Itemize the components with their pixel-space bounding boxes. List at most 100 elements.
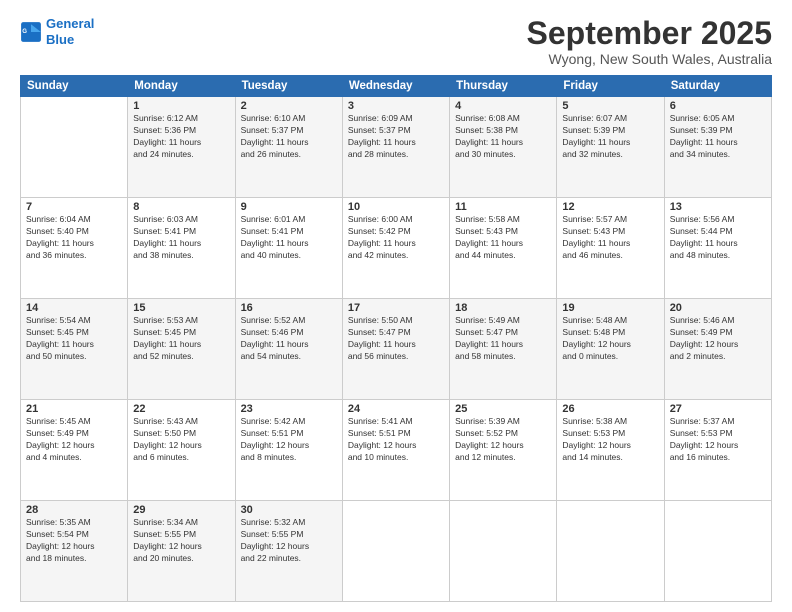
list-item: 30Sunrise: 5:32 AM Sunset: 5:55 PM Dayli… [235, 501, 342, 602]
day-number: 21 [26, 403, 122, 415]
day-number: 3 [348, 100, 444, 112]
header: G General Blue September 2025 Wyong, New… [20, 16, 772, 67]
list-item: 16Sunrise: 5:52 AM Sunset: 5:46 PM Dayli… [235, 299, 342, 400]
day-number: 28 [26, 504, 122, 516]
list-item [557, 501, 664, 602]
day-info: Sunrise: 5:58 AM Sunset: 5:43 PM Dayligh… [455, 214, 551, 262]
day-info: Sunrise: 5:34 AM Sunset: 5:55 PM Dayligh… [133, 517, 229, 565]
list-item [664, 501, 771, 602]
logo-line2: Blue [46, 32, 74, 47]
day-number: 20 [670, 302, 766, 314]
list-item: 17Sunrise: 5:50 AM Sunset: 5:47 PM Dayli… [342, 299, 449, 400]
day-info: Sunrise: 5:39 AM Sunset: 5:52 PM Dayligh… [455, 416, 551, 464]
list-item: 4Sunrise: 6:08 AM Sunset: 5:38 PM Daylig… [450, 97, 557, 198]
day-info: Sunrise: 5:53 AM Sunset: 5:45 PM Dayligh… [133, 315, 229, 363]
day-info: Sunrise: 6:05 AM Sunset: 5:39 PM Dayligh… [670, 113, 766, 161]
page: G General Blue September 2025 Wyong, New… [0, 0, 792, 612]
logo-icon: G [20, 21, 42, 43]
day-info: Sunrise: 5:42 AM Sunset: 5:51 PM Dayligh… [241, 416, 337, 464]
list-item: 7Sunrise: 6:04 AM Sunset: 5:40 PM Daylig… [21, 198, 128, 299]
list-item: 20Sunrise: 5:46 AM Sunset: 5:49 PM Dayli… [664, 299, 771, 400]
th-thursday: Thursday [450, 76, 557, 97]
day-info: Sunrise: 5:56 AM Sunset: 5:44 PM Dayligh… [670, 214, 766, 262]
list-item: 13Sunrise: 5:56 AM Sunset: 5:44 PM Dayli… [664, 198, 771, 299]
day-info: Sunrise: 6:08 AM Sunset: 5:38 PM Dayligh… [455, 113, 551, 161]
day-number: 27 [670, 403, 766, 415]
list-item: 24Sunrise: 5:41 AM Sunset: 5:51 PM Dayli… [342, 400, 449, 501]
list-item: 15Sunrise: 5:53 AM Sunset: 5:45 PM Dayli… [128, 299, 235, 400]
th-wednesday: Wednesday [342, 76, 449, 97]
title-block: September 2025 Wyong, New South Wales, A… [527, 16, 772, 67]
list-item: 6Sunrise: 6:05 AM Sunset: 5:39 PM Daylig… [664, 97, 771, 198]
day-number: 13 [670, 201, 766, 213]
day-number: 15 [133, 302, 229, 314]
day-info: Sunrise: 6:00 AM Sunset: 5:42 PM Dayligh… [348, 214, 444, 262]
th-sunday: Sunday [21, 76, 128, 97]
day-number: 2 [241, 100, 337, 112]
day-info: Sunrise: 5:52 AM Sunset: 5:46 PM Dayligh… [241, 315, 337, 363]
list-item [342, 501, 449, 602]
day-number: 22 [133, 403, 229, 415]
day-info: Sunrise: 5:50 AM Sunset: 5:47 PM Dayligh… [348, 315, 444, 363]
list-item [21, 97, 128, 198]
day-info: Sunrise: 6:03 AM Sunset: 5:41 PM Dayligh… [133, 214, 229, 262]
day-number: 9 [241, 201, 337, 213]
day-info: Sunrise: 5:32 AM Sunset: 5:55 PM Dayligh… [241, 517, 337, 565]
logo-line1: General [46, 16, 94, 31]
day-number: 11 [455, 201, 551, 213]
logo-text: General Blue [46, 16, 94, 47]
day-number: 1 [133, 100, 229, 112]
table-row: 7Sunrise: 6:04 AM Sunset: 5:40 PM Daylig… [21, 198, 772, 299]
day-number: 30 [241, 504, 337, 516]
day-info: Sunrise: 6:12 AM Sunset: 5:36 PM Dayligh… [133, 113, 229, 161]
th-monday: Monday [128, 76, 235, 97]
day-info: Sunrise: 5:45 AM Sunset: 5:49 PM Dayligh… [26, 416, 122, 464]
list-item: 14Sunrise: 5:54 AM Sunset: 5:45 PM Dayli… [21, 299, 128, 400]
day-number: 29 [133, 504, 229, 516]
list-item: 26Sunrise: 5:38 AM Sunset: 5:53 PM Dayli… [557, 400, 664, 501]
list-item: 9Sunrise: 6:01 AM Sunset: 5:41 PM Daylig… [235, 198, 342, 299]
day-info: Sunrise: 5:46 AM Sunset: 5:49 PM Dayligh… [670, 315, 766, 363]
day-info: Sunrise: 5:43 AM Sunset: 5:50 PM Dayligh… [133, 416, 229, 464]
day-number: 16 [241, 302, 337, 314]
day-number: 14 [26, 302, 122, 314]
list-item: 11Sunrise: 5:58 AM Sunset: 5:43 PM Dayli… [450, 198, 557, 299]
list-item: 27Sunrise: 5:37 AM Sunset: 5:53 PM Dayli… [664, 400, 771, 501]
day-number: 5 [562, 100, 658, 112]
day-number: 6 [670, 100, 766, 112]
day-info: Sunrise: 5:35 AM Sunset: 5:54 PM Dayligh… [26, 517, 122, 565]
day-number: 4 [455, 100, 551, 112]
list-item: 3Sunrise: 6:09 AM Sunset: 5:37 PM Daylig… [342, 97, 449, 198]
day-info: Sunrise: 5:54 AM Sunset: 5:45 PM Dayligh… [26, 315, 122, 363]
th-saturday: Saturday [664, 76, 771, 97]
calendar-table: Sunday Monday Tuesday Wednesday Thursday… [20, 75, 772, 602]
list-item: 23Sunrise: 5:42 AM Sunset: 5:51 PM Dayli… [235, 400, 342, 501]
day-number: 18 [455, 302, 551, 314]
day-info: Sunrise: 5:49 AM Sunset: 5:47 PM Dayligh… [455, 315, 551, 363]
day-number: 7 [26, 201, 122, 213]
day-info: Sunrise: 5:38 AM Sunset: 5:53 PM Dayligh… [562, 416, 658, 464]
list-item: 2Sunrise: 6:10 AM Sunset: 5:37 PM Daylig… [235, 97, 342, 198]
day-number: 23 [241, 403, 337, 415]
day-info: Sunrise: 6:04 AM Sunset: 5:40 PM Dayligh… [26, 214, 122, 262]
list-item: 1Sunrise: 6:12 AM Sunset: 5:36 PM Daylig… [128, 97, 235, 198]
list-item: 10Sunrise: 6:00 AM Sunset: 5:42 PM Dayli… [342, 198, 449, 299]
day-info: Sunrise: 5:57 AM Sunset: 5:43 PM Dayligh… [562, 214, 658, 262]
table-row: 21Sunrise: 5:45 AM Sunset: 5:49 PM Dayli… [21, 400, 772, 501]
svg-text:G: G [22, 29, 27, 35]
day-info: Sunrise: 5:37 AM Sunset: 5:53 PM Dayligh… [670, 416, 766, 464]
day-number: 19 [562, 302, 658, 314]
table-row: 14Sunrise: 5:54 AM Sunset: 5:45 PM Dayli… [21, 299, 772, 400]
day-number: 25 [455, 403, 551, 415]
day-number: 12 [562, 201, 658, 213]
day-info: Sunrise: 5:41 AM Sunset: 5:51 PM Dayligh… [348, 416, 444, 464]
list-item [450, 501, 557, 602]
day-info: Sunrise: 6:01 AM Sunset: 5:41 PM Dayligh… [241, 214, 337, 262]
table-row: 1Sunrise: 6:12 AM Sunset: 5:36 PM Daylig… [21, 97, 772, 198]
list-item: 19Sunrise: 5:48 AM Sunset: 5:48 PM Dayli… [557, 299, 664, 400]
list-item: 28Sunrise: 5:35 AM Sunset: 5:54 PM Dayli… [21, 501, 128, 602]
table-row: 28Sunrise: 5:35 AM Sunset: 5:54 PM Dayli… [21, 501, 772, 602]
day-info: Sunrise: 6:10 AM Sunset: 5:37 PM Dayligh… [241, 113, 337, 161]
logo: G General Blue [20, 16, 94, 47]
day-info: Sunrise: 5:48 AM Sunset: 5:48 PM Dayligh… [562, 315, 658, 363]
